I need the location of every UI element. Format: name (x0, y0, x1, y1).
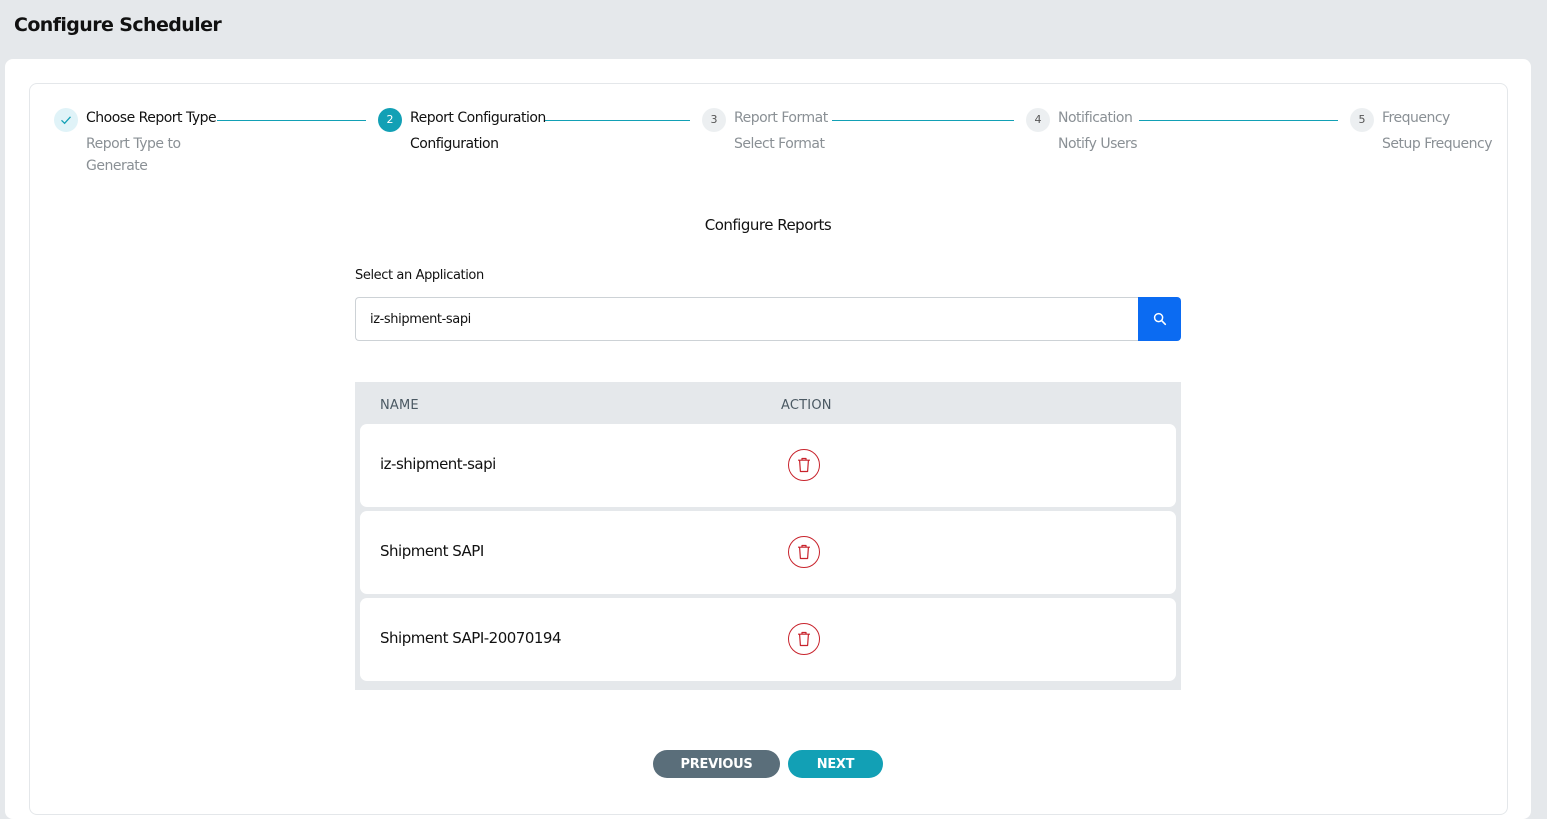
step-title: Choose Report Type (86, 110, 217, 126)
previous-button[interactable]: PREVIOUS (653, 750, 780, 778)
table-row: Shipment SAPI-20070194 (360, 598, 1176, 681)
step-title: Notification (1058, 110, 1133, 126)
page-title: Configure Scheduler (14, 14, 222, 36)
step-connector-2 (545, 120, 690, 121)
step-title: Report Configuration (410, 110, 546, 126)
applications-table: NAME ACTION iz-shipment-sapi Shipment SA… (355, 382, 1181, 690)
step-title: Frequency (1382, 110, 1450, 126)
application-search-input[interactable] (355, 297, 1139, 341)
application-field-label: Select an Application (355, 268, 484, 283)
application-name: iz-shipment-sapi (380, 455, 496, 473)
trash-icon (798, 631, 810, 647)
step-number: 2 (378, 108, 402, 132)
delete-button[interactable] (788, 536, 820, 568)
application-name: Shipment SAPI (380, 542, 484, 560)
section-title: Configure Reports (704, 216, 832, 234)
step-subtitle: Configuration (410, 136, 499, 152)
step-subtitle: Select Format (734, 136, 825, 152)
step-number: 4 (1026, 108, 1050, 132)
step-number: 5 (1350, 108, 1374, 132)
delete-button[interactable] (788, 449, 820, 481)
table-row: iz-shipment-sapi (360, 424, 1176, 507)
column-header-name: NAME (380, 398, 419, 413)
step-connector-3 (832, 120, 1014, 121)
trash-icon (798, 457, 810, 473)
search-button[interactable] (1138, 297, 1181, 341)
application-name: Shipment SAPI-20070194 (380, 629, 562, 647)
application-search (355, 297, 1181, 341)
table-row: Shipment SAPI (360, 511, 1176, 594)
column-header-action: ACTION (781, 398, 832, 413)
trash-icon (798, 544, 810, 560)
delete-button[interactable] (788, 623, 820, 655)
search-icon (1153, 312, 1167, 326)
step-connector-4 (1139, 120, 1338, 121)
step-subtitle: Notify Users (1058, 136, 1138, 152)
step-connector-1 (217, 120, 366, 121)
next-button[interactable]: NEXT (788, 750, 883, 778)
step-subtitle: Report Type to Generate (86, 136, 181, 174)
check-icon (54, 108, 78, 132)
step-subtitle: Setup Frequency (1382, 136, 1493, 152)
step-number: 3 (702, 108, 726, 132)
step-title: Report Format (734, 110, 828, 126)
